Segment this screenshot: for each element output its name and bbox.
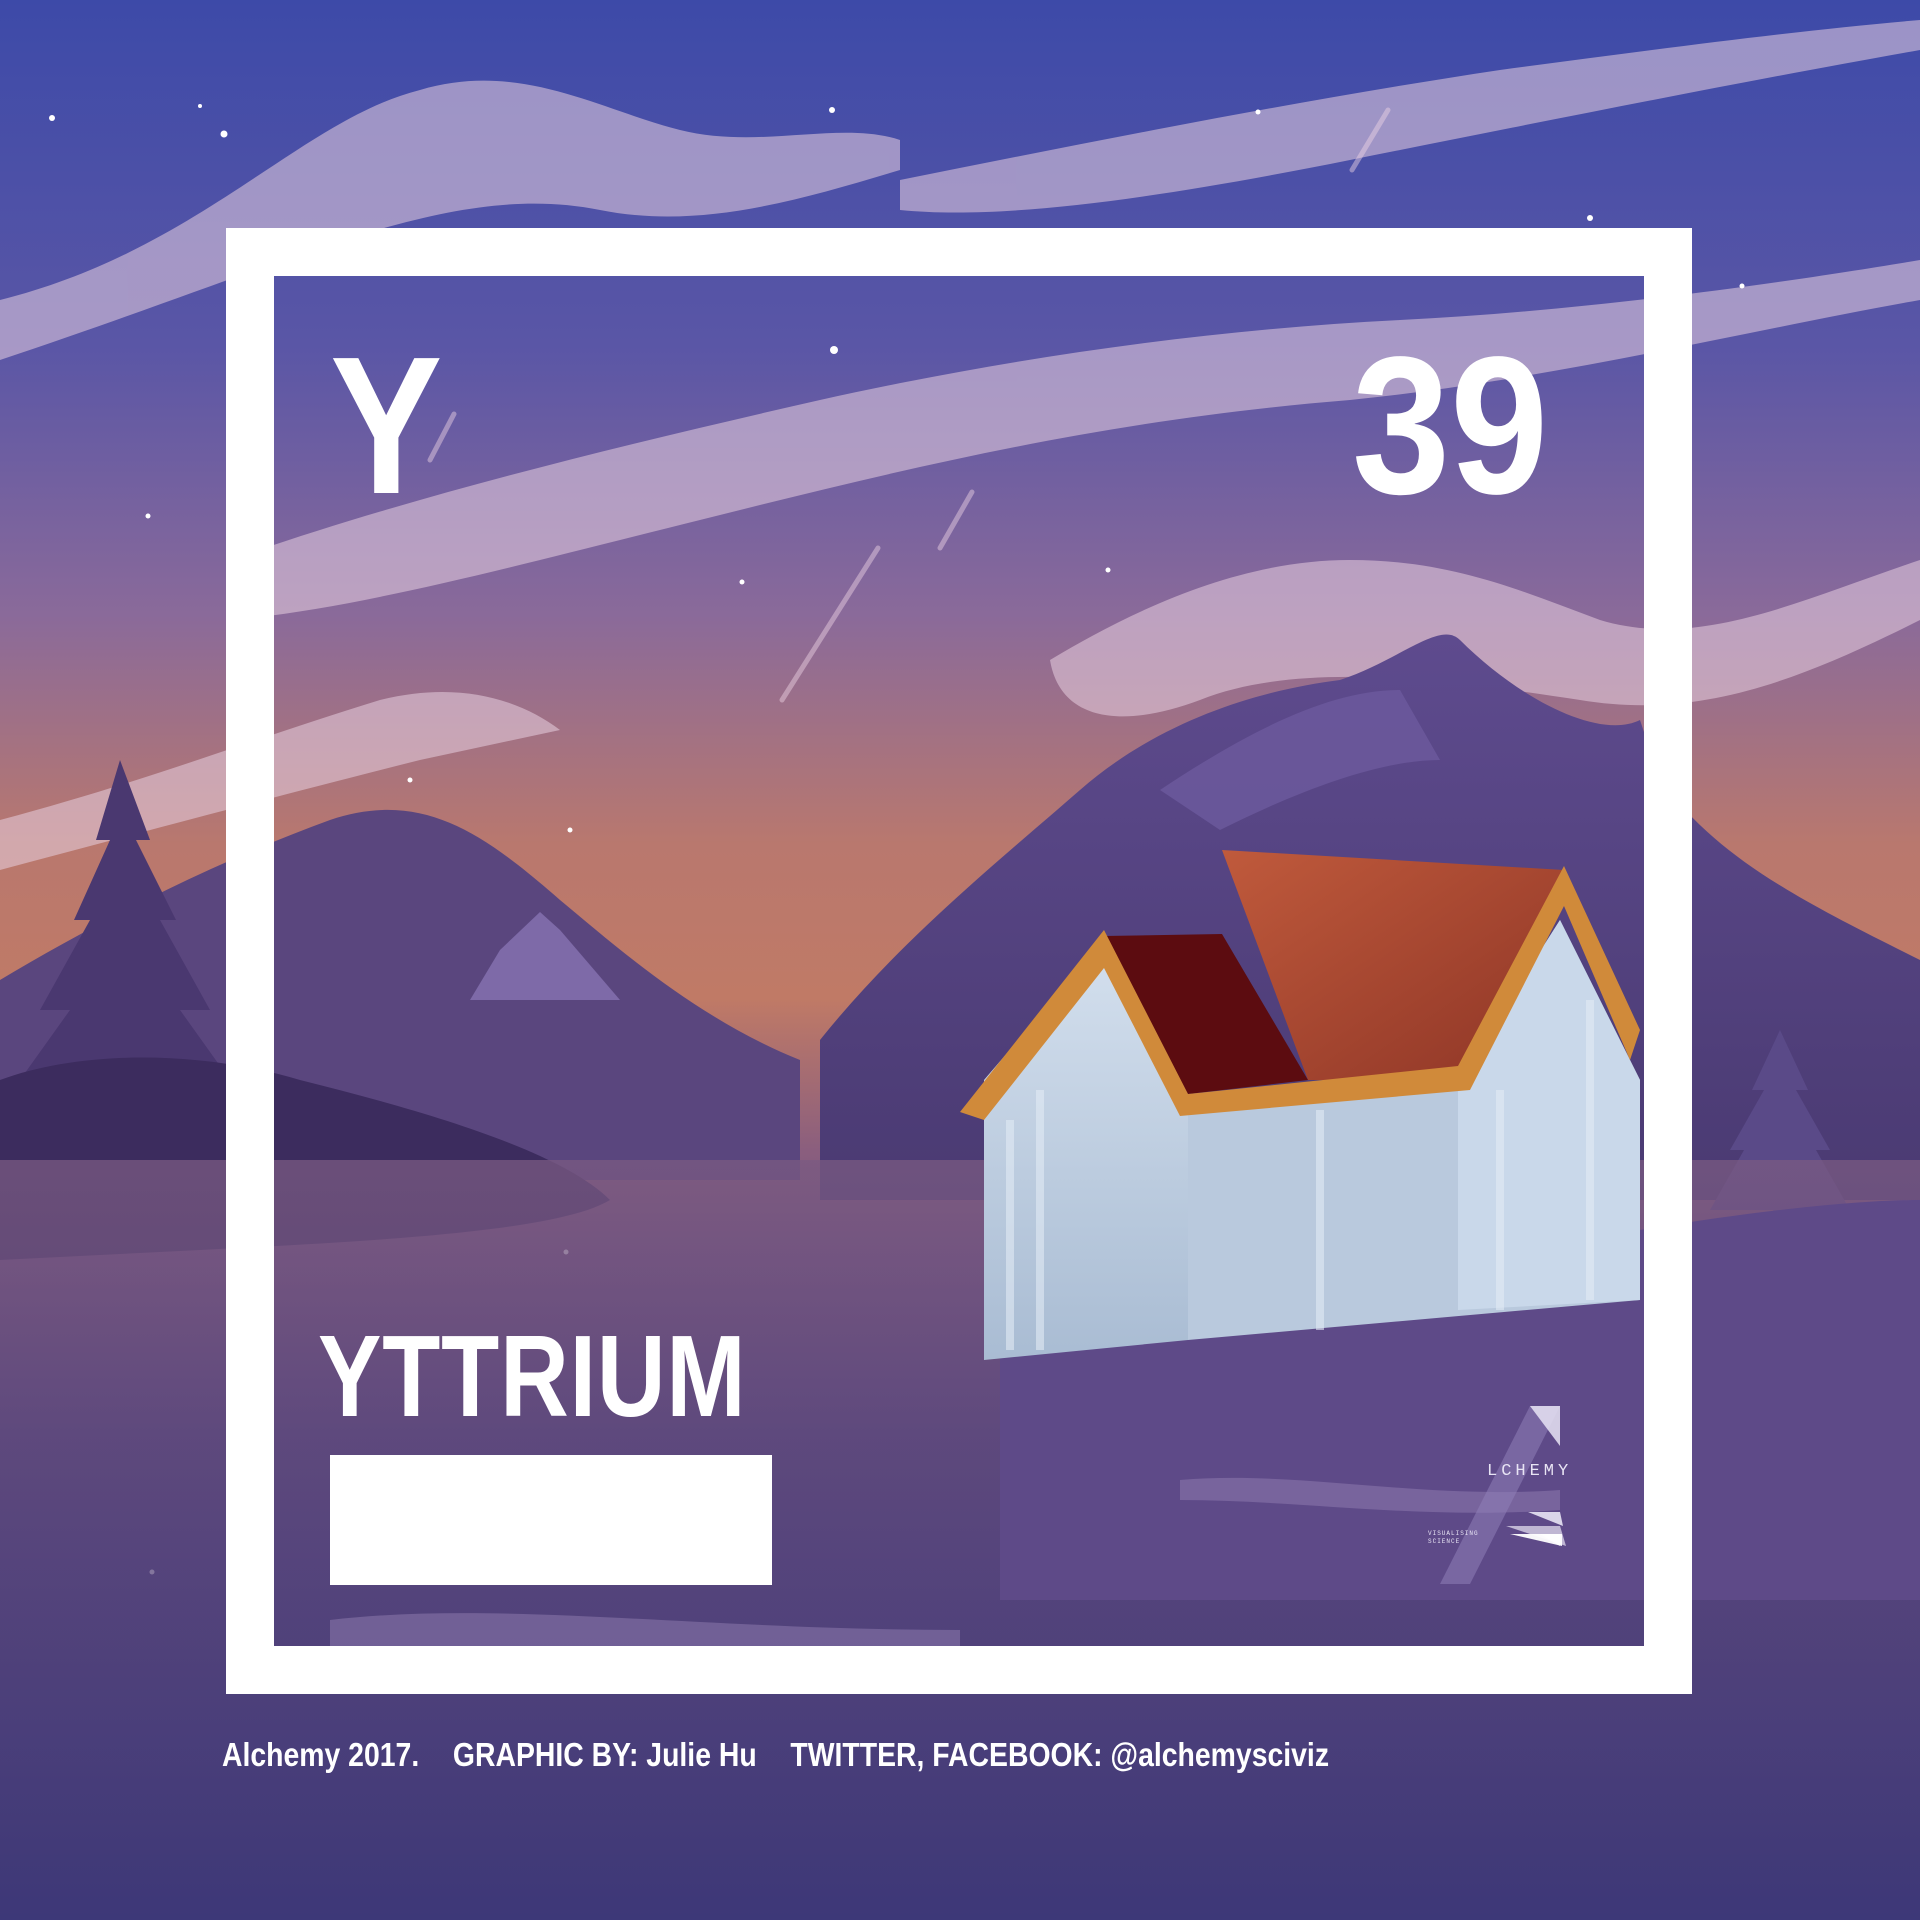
alchemy-a-logo-icon [1440,1406,1566,1584]
logo-tagline-line2: SCIENCE [1428,1538,1461,1545]
element-symbol: Y [330,316,443,535]
logo-tagline-line1: VISUALISING [1428,1530,1479,1537]
credits-social: TWITTER, FACEBOOK: @alchemysciviz [790,1736,1330,1773]
credits-graphic-by: GRAPHIC BY: Julie Hu [452,1736,757,1773]
atomic-number: 39 [1352,316,1549,535]
credits-line: Alchemy 2017. GRAPHIC BY: Julie Hu TWITT… [222,1736,1355,1774]
credits-year: Alchemy 2017. [222,1736,420,1773]
logo-tagline: VISUALISING SCIENCE [1428,1530,1508,1546]
name-label-bar [330,1455,772,1585]
element-name: YTTRIUM [318,1311,747,1441]
logo-wordmark: LCHEMY [1487,1462,1573,1481]
